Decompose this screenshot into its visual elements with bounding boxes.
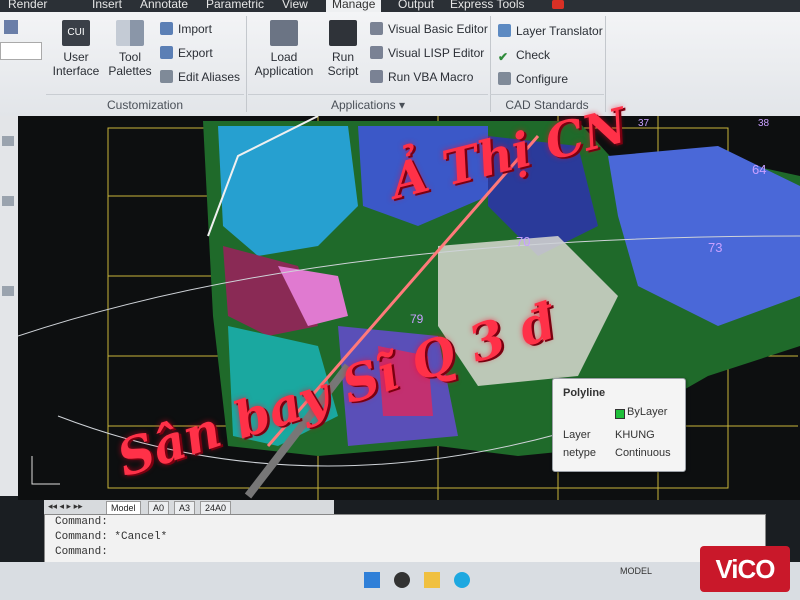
grid-label: 79 bbox=[410, 312, 424, 326]
start-icon[interactable] bbox=[364, 572, 380, 588]
export-button[interactable]: Export bbox=[160, 46, 213, 60]
vb-editor-icon bbox=[370, 22, 383, 35]
user-interface-label: User Interface bbox=[52, 50, 100, 78]
layer-key: Layer bbox=[563, 429, 591, 441]
palette-icon[interactable] bbox=[2, 136, 14, 146]
browser-icon[interactable] bbox=[454, 572, 470, 588]
terminal-icon bbox=[329, 20, 357, 46]
applications-title-label: Applications bbox=[330, 98, 396, 112]
tool-palettes-button[interactable]: Tool Palettes bbox=[106, 20, 154, 78]
command-history-line: Command: bbox=[55, 516, 108, 528]
workspace-dropdown[interactable] bbox=[0, 42, 42, 60]
tab-express-tools[interactable]: Express Tools bbox=[450, 0, 524, 12]
color-value: ByLayer bbox=[627, 406, 668, 418]
run-vba-macro-button[interactable]: Run VBA Macro bbox=[370, 70, 473, 84]
layer-translator-button[interactable]: Layer Translator bbox=[498, 24, 603, 38]
edit-aliases-label: Edit Aliases bbox=[178, 70, 241, 84]
export-label: Export bbox=[178, 46, 213, 60]
user-interface-button[interactable]: CUI User Interface bbox=[50, 20, 102, 78]
run-script-button[interactable]: Run Script bbox=[320, 20, 366, 78]
export-icon bbox=[160, 46, 173, 59]
tool-palettes-icon bbox=[116, 20, 144, 46]
tab-output[interactable]: Output bbox=[398, 0, 434, 12]
tooltip-title: Polyline bbox=[563, 387, 606, 399]
polyline-quick-properties: Polyline ByLayer Layer KHUNG netype Cont… bbox=[552, 378, 686, 472]
youtube-icon[interactable] bbox=[552, 0, 564, 9]
linetype-value: Continuous bbox=[615, 447, 671, 459]
tab-insert[interactable]: Insert bbox=[92, 0, 122, 12]
command-input[interactable]: Command: bbox=[45, 545, 765, 560]
tab-render[interactable]: Render bbox=[8, 0, 47, 12]
tab-a0[interactable]: A0 bbox=[148, 501, 170, 515]
chevron-down-icon: ▾ bbox=[399, 98, 406, 112]
grid-label: 70 bbox=[516, 234, 531, 249]
color-swatch-icon bbox=[615, 409, 625, 419]
grid-label: 73 bbox=[708, 240, 723, 255]
visual-lisp-editor-label: Visual LISP Editor bbox=[388, 46, 485, 60]
palette-icon[interactable] bbox=[2, 196, 14, 206]
tool-palettes-label: Tool Palettes bbox=[108, 50, 152, 78]
customization-panel-title[interactable]: Customization bbox=[46, 94, 244, 115]
checkmark-icon: ✔ bbox=[498, 50, 509, 64]
applications-panel-title[interactable]: Applications ▾ bbox=[248, 94, 488, 115]
visual-lisp-editor-button[interactable]: Visual LISP Editor bbox=[370, 46, 484, 60]
ribbon-panel: CUI User Interface Tool Palettes Import … bbox=[0, 12, 800, 116]
layers-icon[interactable] bbox=[4, 20, 18, 34]
lisp-editor-icon bbox=[370, 46, 383, 59]
import-label: Import bbox=[178, 22, 213, 36]
import-icon bbox=[160, 22, 173, 35]
grid-label: 37 bbox=[638, 118, 650, 129]
edit-aliases-icon bbox=[160, 70, 173, 83]
configure-button[interactable]: Configure bbox=[498, 72, 568, 86]
linetype-key: netype bbox=[563, 447, 597, 459]
tab-parametric[interactable]: Parametric bbox=[206, 0, 264, 12]
run-vba-macro-label: Run VBA Macro bbox=[388, 70, 474, 84]
visual-basic-editor-button[interactable]: Visual Basic Editor bbox=[370, 22, 488, 36]
tab-24a0[interactable]: 24A0 bbox=[200, 501, 232, 515]
edit-aliases-button[interactable]: Edit Aliases bbox=[160, 70, 240, 84]
vico-watermark-logo: ViCO bbox=[700, 546, 790, 592]
layer-value: KHUNG bbox=[615, 429, 655, 441]
command-line[interactable]: Command: Command: *Cancel* Command: bbox=[44, 514, 766, 564]
tab-view[interactable]: View bbox=[282, 0, 308, 12]
palette-icon[interactable] bbox=[2, 286, 14, 296]
left-palette[interactable] bbox=[0, 116, 18, 496]
grid-label: 38 bbox=[758, 118, 770, 129]
check-button[interactable]: ✔ Check bbox=[498, 48, 551, 64]
load-application-button[interactable]: Load Application bbox=[252, 20, 316, 78]
tab-manage[interactable]: Manage bbox=[326, 0, 382, 12]
model-space-toggle[interactable]: MODEL bbox=[620, 566, 652, 576]
tab-annotate[interactable]: Annotate bbox=[140, 0, 188, 12]
vba-macro-icon bbox=[370, 70, 383, 83]
import-button[interactable]: Import bbox=[160, 22, 212, 36]
ribbon-tab-bar: Render Insert Annotate Parametric View M… bbox=[0, 0, 800, 12]
tab-a3[interactable]: A3 bbox=[174, 501, 196, 515]
load-application-label: Load Application bbox=[254, 50, 314, 78]
file-explorer-icon[interactable] bbox=[424, 572, 440, 588]
layer-translator-icon bbox=[498, 24, 511, 37]
tab-model[interactable]: Model bbox=[106, 501, 141, 515]
ribbon-separator bbox=[246, 16, 247, 112]
visual-basic-editor-label: Visual Basic Editor bbox=[388, 22, 488, 36]
search-icon[interactable] bbox=[394, 572, 410, 588]
cui-icon: CUI bbox=[62, 20, 90, 46]
layer-translator-label: Layer Translator bbox=[516, 24, 603, 38]
check-label: Check bbox=[516, 48, 551, 62]
configure-icon bbox=[498, 72, 511, 85]
grid-label: 64 bbox=[752, 162, 767, 177]
configure-label: Configure bbox=[516, 72, 569, 86]
command-history-line: Command: *Cancel* bbox=[55, 531, 168, 543]
tab-nav-arrows-icon[interactable]: ◂◂ ◂ ▸ ▸▸ bbox=[48, 501, 83, 512]
run-script-label: Run Script bbox=[327, 50, 359, 78]
gear-play-icon bbox=[270, 20, 298, 46]
layout-tabs: ◂◂ ◂ ▸ ▸▸ Model A0 A3 24A0 bbox=[44, 500, 334, 515]
ribbon-separator bbox=[605, 16, 606, 112]
